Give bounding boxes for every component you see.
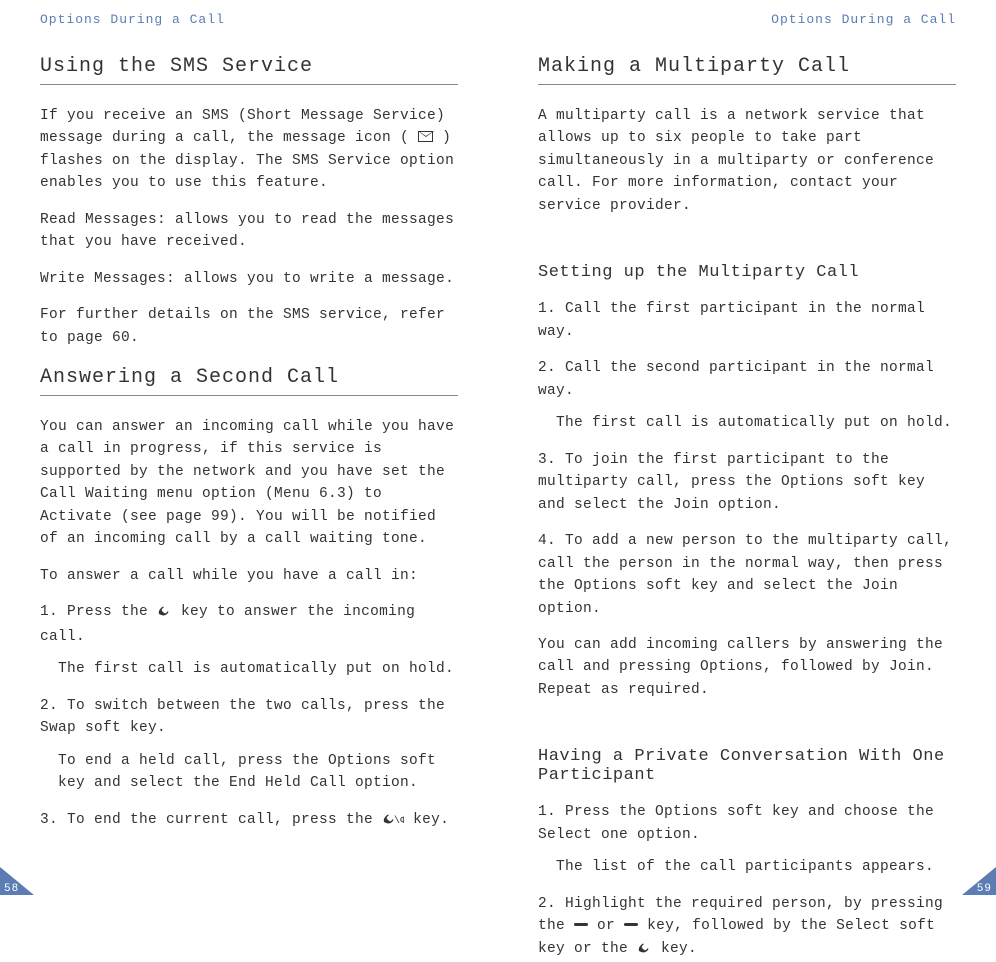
page-59: Options During a Call Making a Multipart… [498, 0, 996, 907]
heading-setup: Setting up the Multiparty Call [538, 263, 956, 282]
sms-intro: If you receive an SMS (Short Message Ser… [40, 105, 458, 195]
second-step3b: key. [413, 812, 449, 828]
message-icon [418, 131, 433, 142]
setup-s2-sub: The first call is automatically put on h… [556, 412, 956, 434]
sms-read: Read Messages: allows you to read the me… [40, 209, 458, 254]
second-step2-sub: To end a held call, press the Options so… [58, 750, 458, 795]
second-step1: 1. Press the key to answer the incoming … [40, 601, 458, 648]
page-58: Options During a Call Using the SMS Serv… [0, 0, 498, 907]
running-header-right: Options During a Call [538, 12, 956, 27]
running-header-left: Options During a Call [40, 12, 458, 27]
call-key-icon-2 [637, 940, 652, 962]
private-s1: 1. Press the Options soft key and choose… [538, 801, 956, 846]
multi-intro: A multiparty call is a network service t… [538, 105, 956, 217]
heading-sms: Using the SMS Service [40, 55, 458, 85]
end-key-icon: \Φ [382, 811, 404, 833]
sms-intro-a: If you receive an SMS (Short Message Ser… [40, 108, 445, 146]
second-intro: You can answer an incoming call while yo… [40, 416, 458, 551]
page-number-59: 59 [977, 883, 992, 895]
second-step3: 3. To end the current call, press the \Φ… [40, 809, 458, 833]
second-step3a: 3. To end the current call, press the [40, 812, 382, 828]
setup-s2: 2. Call the second participant in the no… [538, 357, 956, 402]
private-s1-sub: The list of the call participants appear… [556, 856, 956, 878]
setup-s1: 1. Call the first participant in the nor… [538, 298, 956, 343]
page-number-58: 58 [4, 883, 19, 895]
private-s2d: key. [661, 941, 697, 957]
up-key-icon [574, 923, 588, 926]
second-lead: To answer a call while you have a call i… [40, 565, 458, 587]
private-s2b: or [597, 918, 624, 934]
heading-second-call: Answering a Second Call [40, 366, 458, 396]
second-step1a: 1. Press the [40, 604, 157, 620]
heading-multiparty: Making a Multiparty Call [538, 55, 956, 85]
down-key-icon [624, 923, 638, 926]
private-s2: 2. Highlight the required person, by pre… [538, 893, 956, 962]
heading-private: Having a Private Conversation With One P… [538, 747, 956, 785]
sms-refer: For further details on the SMS service, … [40, 304, 458, 349]
setup-note: You can add incoming callers by answerin… [538, 634, 956, 701]
sms-write: Write Messages: allows you to write a me… [40, 268, 458, 290]
second-step2: 2. To switch between the two calls, pres… [40, 695, 458, 740]
setup-s3: 3. To join the first participant to the … [538, 449, 956, 516]
call-key-icon [157, 603, 172, 625]
svg-text:\Φ: \Φ [394, 815, 404, 825]
setup-s4: 4. To add a new person to the multiparty… [538, 530, 956, 620]
second-step1-sub: The first call is automatically put on h… [58, 658, 458, 680]
